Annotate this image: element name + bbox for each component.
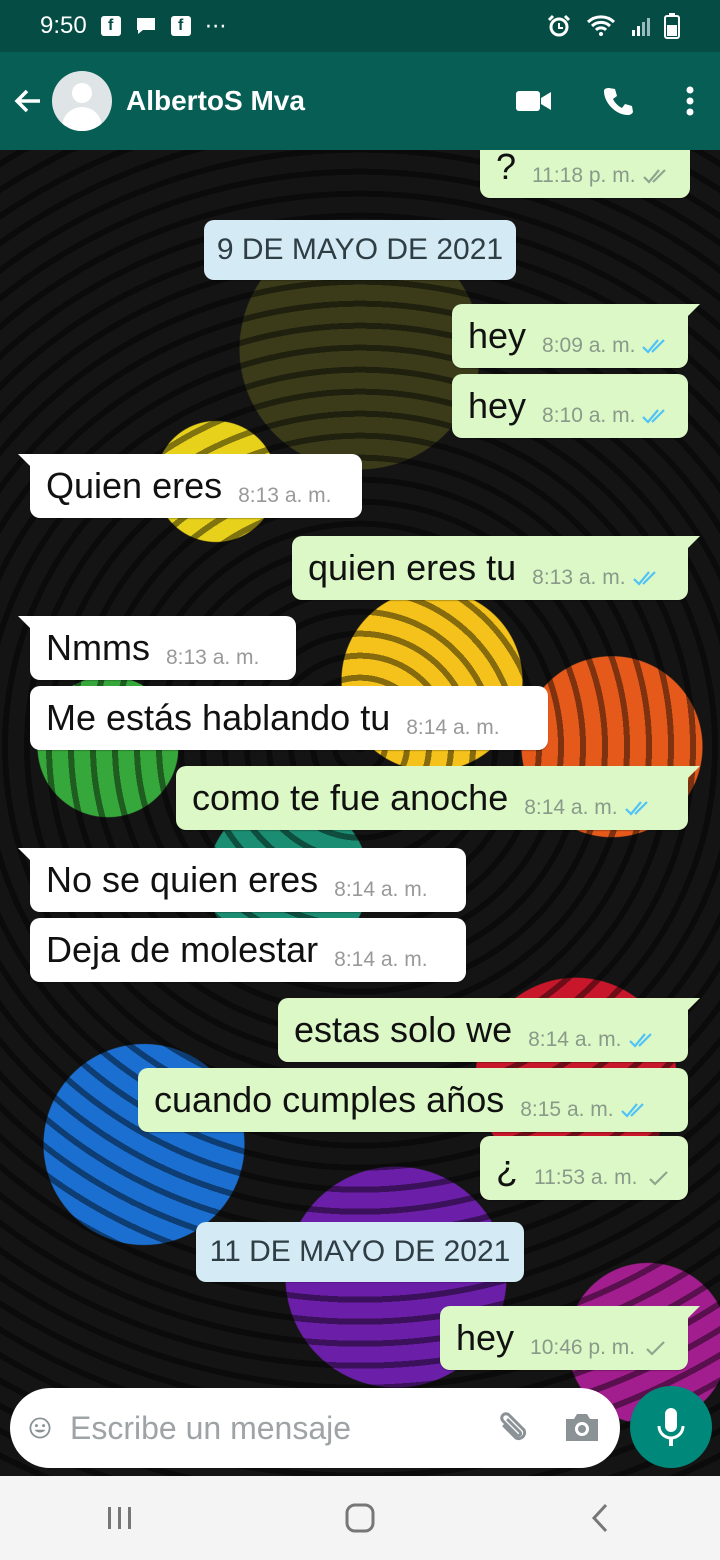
status-time: 9:50 xyxy=(40,12,87,39)
message-bubble-incoming[interactable]: Deja de molestar 8:14 a. m. xyxy=(30,918,466,982)
message-text: hey xyxy=(468,385,527,426)
wifi-icon xyxy=(586,15,616,36)
video-call-button[interactable] xyxy=(492,71,576,131)
alarm-icon xyxy=(547,14,571,37)
message-text: Quien eres xyxy=(46,465,223,506)
message-text: estas solo we xyxy=(294,1009,513,1050)
message-time: 8:13 a. m. xyxy=(532,566,626,589)
message-bubble-outgoing[interactable]: hey 10:46 p. m. xyxy=(440,1306,700,1370)
more-options-button[interactable] xyxy=(660,71,720,131)
attach-button[interactable] xyxy=(492,1406,532,1450)
double-check-read-icon xyxy=(642,339,666,354)
date-chip: 9 DE MAYO DE 2021 xyxy=(204,220,516,280)
message-bubble-outgoing[interactable]: ? 11:18 p. m. xyxy=(480,150,690,198)
message-time: 8:09 a. m. xyxy=(542,334,636,357)
phone-icon xyxy=(604,88,633,115)
recent-apps-icon xyxy=(108,1507,131,1529)
message-bubble-outgoing[interactable]: cuando cumples años 8:15 a. m. xyxy=(138,1068,688,1132)
double-check-read-icon xyxy=(632,571,656,586)
facebook-notification-icon: f xyxy=(100,16,121,36)
double-check-read-icon xyxy=(642,409,666,424)
message-time: 11:18 p. m. xyxy=(532,164,636,187)
message-time: 10:46 p. m. xyxy=(530,1336,636,1359)
microphone-icon xyxy=(657,1408,685,1446)
battery-icon xyxy=(664,13,680,39)
camera-icon xyxy=(566,1414,598,1441)
single-check-icon xyxy=(646,1341,665,1356)
home-icon xyxy=(345,1503,375,1533)
back-button[interactable] xyxy=(10,83,46,119)
emoji-icon[interactable] xyxy=(28,1408,52,1448)
double-check-read-icon xyxy=(620,1103,644,1118)
message-time: 8:14 a. m. xyxy=(334,948,428,971)
message-notification-icon xyxy=(136,18,155,34)
message-input[interactable] xyxy=(68,1408,492,1448)
message-bubble-incoming[interactable]: Nmms 8:13 a. m. xyxy=(18,616,296,680)
double-check-read-icon xyxy=(628,1033,652,1048)
video-camera-icon xyxy=(516,91,551,111)
message-text: No se quien eres xyxy=(46,859,319,900)
arrow-left-icon xyxy=(14,89,40,113)
message-bubble-outgoing[interactable]: quien eres tu 8:13 a. m. xyxy=(292,536,700,600)
double-check-icon xyxy=(642,169,666,184)
recent-apps-button[interactable] xyxy=(70,1488,170,1548)
home-button[interactable] xyxy=(310,1488,410,1548)
message-text: Me estás hablando tu xyxy=(46,697,391,738)
message-bubble-outgoing[interactable]: como te fue anoche 8:14 a. m. xyxy=(176,766,700,830)
voice-call-button[interactable] xyxy=(576,71,660,131)
message-text: como te fue anoche xyxy=(192,777,509,818)
message-bubble-outgoing[interactable]: ¿ 11:53 a. m. xyxy=(480,1136,688,1200)
message-bubble-outgoing[interactable]: hey 8:10 a. m. xyxy=(452,374,688,438)
avatar[interactable] xyxy=(52,71,112,131)
message-time: 8:13 a. m. xyxy=(238,484,332,507)
voice-message-button[interactable] xyxy=(630,1386,712,1468)
message-text: hey xyxy=(456,1317,515,1358)
single-check-icon xyxy=(648,1171,668,1186)
back-nav-button[interactable] xyxy=(550,1488,650,1548)
camera-button[interactable] xyxy=(562,1406,602,1450)
more-notifications-icon: ⋯ xyxy=(204,13,229,38)
status-bar: 9:50 f f ⋯ xyxy=(0,0,720,52)
message-time: 11:53 a. m. xyxy=(534,1166,638,1189)
message-text: hey xyxy=(468,315,527,356)
paperclip-icon xyxy=(500,1412,527,1441)
date-chip: 11 DE MAYO DE 2021 xyxy=(196,1222,524,1282)
chevron-left-icon xyxy=(591,1503,608,1533)
message-bubble-incoming[interactable]: Quien eres 8:13 a. m. xyxy=(18,454,362,518)
message-time: 8:14 a. m. xyxy=(406,716,500,739)
chat-background[interactable]: ? 11:18 p. m. 9 DE MAYO DE 2021 hey 8:09… xyxy=(0,150,720,1476)
more-vert-icon xyxy=(686,86,694,116)
signal-icon xyxy=(632,18,650,36)
message-time: 8:14 a. m. xyxy=(334,878,428,901)
message-text: Nmms xyxy=(46,627,150,668)
message-text: ¿ xyxy=(496,1147,518,1188)
message-text: quien eres tu xyxy=(308,547,517,588)
contact-name[interactable]: AlbertoS Mva xyxy=(126,85,492,117)
message-text: cuando cumples años xyxy=(154,1079,505,1120)
message-time: 8:15 a. m. xyxy=(520,1098,614,1121)
message-bubble-incoming[interactable]: No se quien eres 8:14 a. m. xyxy=(18,848,466,912)
message-composer xyxy=(10,1388,620,1468)
message-bubble-outgoing[interactable]: estas solo we 8:14 a. m. xyxy=(278,998,700,1062)
message-time: 8:13 a. m. xyxy=(165,646,260,669)
message-bubble-incoming[interactable]: Me estás hablando tu 8:14 a. m. xyxy=(30,686,548,750)
double-check-read-icon xyxy=(624,801,648,816)
chat-header: AlbertoS Mva xyxy=(0,52,720,150)
system-navigation-bar xyxy=(0,1476,720,1560)
message-time: 8:14 a. m. xyxy=(524,796,618,819)
message-time: 8:14 a. m. xyxy=(528,1028,622,1051)
facebook-notification-icon: f xyxy=(170,16,191,36)
message-text: ? xyxy=(496,150,517,187)
message-time: 8:10 a. m. xyxy=(542,404,636,427)
message-text: Deja de molestar xyxy=(46,929,319,970)
message-bubble-outgoing[interactable]: hey 8:09 a. m. xyxy=(452,304,700,368)
